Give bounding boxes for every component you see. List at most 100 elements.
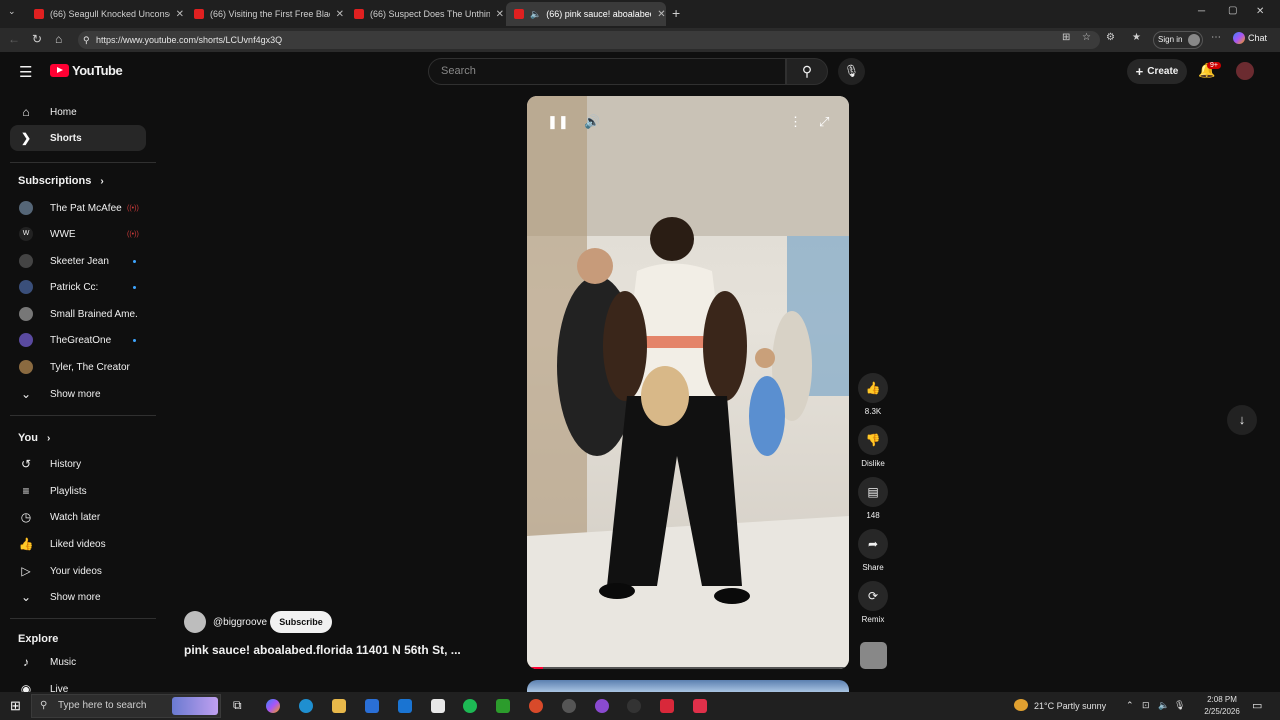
- search-button[interactable]: ⚲: [786, 58, 828, 85]
- short-title[interactable]: pink sauce! aboalabed.florida 11401 N 56…: [184, 643, 461, 657]
- chevron-up-icon[interactable]: ⌃: [1126, 700, 1134, 711]
- app-icon[interactable]: [627, 699, 641, 713]
- browser-tab-2[interactable]: (66) Visiting the First Free Black To ✕: [186, 2, 344, 26]
- like-action[interactable]: 👍 8.3K: [858, 373, 888, 416]
- sidebar-subscription-item[interactable]: Skeeter Jean: [10, 248, 146, 274]
- subscribe-button[interactable]: Subscribe: [270, 611, 332, 633]
- sidebar-item-history[interactable]: ↺ History: [10, 451, 146, 477]
- notifications-icon[interactable]: ▭: [1252, 699, 1262, 712]
- comments-action[interactable]: ▤ 148: [858, 477, 888, 520]
- copilot-chat-button[interactable]: Chat: [1233, 32, 1267, 44]
- close-tab-icon[interactable]: ✕: [657, 9, 665, 20]
- network-icon[interactable]: ⊡: [1142, 700, 1150, 711]
- task-view-icon[interactable]: ⧉: [233, 698, 242, 713]
- search-input[interactable]: Search: [428, 58, 786, 85]
- tab-list-chevron-icon[interactable]: ⌄: [8, 6, 16, 17]
- back-icon[interactable]: ←: [8, 32, 20, 46]
- share-action[interactable]: ➦ Share: [858, 529, 888, 572]
- browser-tab-1[interactable]: (66) Seagull Knocked Unconscious ✕: [26, 2, 184, 26]
- site-info-icon[interactable]: ⚲: [83, 31, 90, 49]
- close-window-icon[interactable]: ✕: [1256, 6, 1264, 17]
- create-button[interactable]: + Create: [1127, 59, 1187, 84]
- remix-icon[interactable]: ⟳: [858, 581, 888, 611]
- progress-bar[interactable]: [527, 667, 849, 669]
- sidebar-item-liked-videos[interactable]: 👍 Liked videos: [10, 531, 146, 557]
- app-available-icon[interactable]: ⊞: [1062, 32, 1070, 43]
- spotify-icon[interactable]: [463, 699, 477, 713]
- edge-browser-icon[interactable]: [299, 699, 313, 713]
- minimize-icon[interactable]: ─: [1198, 6, 1205, 17]
- more-menu-icon[interactable]: ⋯: [1211, 32, 1221, 43]
- close-tab-icon[interactable]: ✕: [496, 9, 504, 20]
- subscriptions-heading[interactable]: Subscriptions ›: [18, 175, 104, 187]
- sidebar-subscription-item[interactable]: Tyler, The Creator: [10, 354, 146, 380]
- channel-avatar[interactable]: [184, 611, 206, 633]
- close-tab-icon[interactable]: ✕: [176, 9, 184, 20]
- hamburger-menu-icon[interactable]: ☰: [19, 63, 32, 81]
- account-avatar[interactable]: [1236, 62, 1254, 80]
- outlook-icon[interactable]: [398, 699, 412, 713]
- comment-icon[interactable]: ▤: [858, 477, 888, 507]
- sidebar-item-watch-later[interactable]: ◷ Watch later: [10, 504, 146, 530]
- app-icon[interactable]: [660, 699, 674, 713]
- sidebar-subscription-item[interactable]: W WWE ((•)): [10, 221, 146, 247]
- sign-in-button[interactable]: Sign in: [1153, 31, 1203, 49]
- thumbs-up-icon[interactable]: 👍: [858, 373, 888, 403]
- close-tab-icon[interactable]: ✕: [336, 9, 344, 20]
- thumbs-down-icon[interactable]: 👎: [858, 425, 888, 455]
- taskbar-clock[interactable]: 2:08 PM 2/25/2026: [1202, 694, 1242, 718]
- volume-icon[interactable]: 🔊: [584, 114, 600, 130]
- windows-start-icon[interactable]: ⊞: [10, 698, 21, 714]
- sidebar-subscription-item[interactable]: Small Brained Ame...: [10, 301, 146, 327]
- browser-tab-3[interactable]: (66) Suspect Does The Unthinkable ✕: [346, 2, 504, 26]
- sidebar-subscription-item[interactable]: Patrick Cc:: [10, 274, 146, 300]
- microphone-icon[interactable]: 🎙: [1174, 700, 1185, 711]
- file-explorer-icon[interactable]: [332, 699, 346, 713]
- fullscreen-icon[interactable]: ⤢: [819, 114, 829, 130]
- next-short-button[interactable]: ↓: [1227, 405, 1257, 435]
- home-icon[interactable]: ⌂: [55, 32, 62, 46]
- taskbar-search-input[interactable]: ⚲ Type here to search: [31, 694, 221, 718]
- sidebar-item-your-videos[interactable]: ▷ Your videos: [10, 558, 146, 584]
- weather-text[interactable]: 21°C Partly sunny: [1034, 701, 1106, 711]
- maximize-icon[interactable]: ▢: [1228, 5, 1237, 16]
- voice-search-button[interactable]: 🎙: [838, 58, 865, 85]
- sidebar-item-music[interactable]: ♪ Music: [10, 649, 146, 675]
- app-icon[interactable]: [562, 699, 576, 713]
- new-tab-icon[interactable]: +: [672, 5, 680, 21]
- weather-icon[interactable]: [1014, 699, 1028, 711]
- share-icon[interactable]: ➦: [858, 529, 888, 559]
- sidebar-subscription-item[interactable]: TheGreatOne: [10, 327, 146, 353]
- sidebar-item-playlists[interactable]: ≡ Playlists: [10, 478, 146, 504]
- sidebar-show-more[interactable]: ⌄ Show more: [10, 381, 146, 407]
- copilot-icon[interactable]: [266, 699, 280, 713]
- extensions-icon[interactable]: ⚙: [1106, 32, 1115, 43]
- favorites-icon[interactable]: ★: [1132, 32, 1141, 43]
- sidebar-item-shorts[interactable]: ❯ Shorts: [10, 125, 146, 151]
- remix-action[interactable]: ⟳ Remix: [858, 581, 888, 624]
- pause-icon[interactable]: ❚❚: [547, 114, 569, 130]
- app-icon[interactable]: [529, 699, 543, 713]
- app-icon[interactable]: [693, 699, 707, 713]
- more-options-icon[interactable]: ⋮: [789, 114, 802, 130]
- sidebar-item-live[interactable]: ◉ Live: [10, 676, 146, 692]
- shorts-video-player[interactable]: ❚❚ 🔊 ⋮ ⤢: [527, 96, 849, 669]
- browser-tab-4-active[interactable]: 🔈 (66) pink sauce! aboalabed.flo ✕: [506, 2, 666, 26]
- sidebar-item-home[interactable]: ⌂ Home: [10, 99, 146, 125]
- sidebar-subscription-item[interactable]: The Pat McAfee ... ((•)): [10, 195, 146, 221]
- url-field[interactable]: ⚲ https://www.youtube.com/shorts/LCUvnf4…: [78, 31, 1100, 49]
- volume-icon[interactable]: 🔈: [1158, 700, 1169, 711]
- document-icon[interactable]: [431, 699, 445, 713]
- sidebar-show-more[interactable]: ⌄ Show more: [10, 584, 146, 610]
- channel-name[interactable]: @biggroove: [213, 617, 267, 628]
- speaker-icon[interactable]: 🔈: [530, 9, 541, 20]
- youtube-logo[interactable]: YouTube: [50, 63, 123, 78]
- microsoft-store-icon[interactable]: [365, 699, 379, 713]
- sound-thumbnail[interactable]: [860, 642, 887, 669]
- favorite-star-icon[interactable]: ☆: [1082, 32, 1091, 43]
- refresh-icon[interactable]: ↻: [32, 32, 42, 46]
- xbox-icon[interactable]: [496, 699, 510, 713]
- app-icon[interactable]: [595, 699, 609, 713]
- you-heading[interactable]: You ›: [18, 432, 50, 444]
- next-short-preview[interactable]: [527, 680, 849, 692]
